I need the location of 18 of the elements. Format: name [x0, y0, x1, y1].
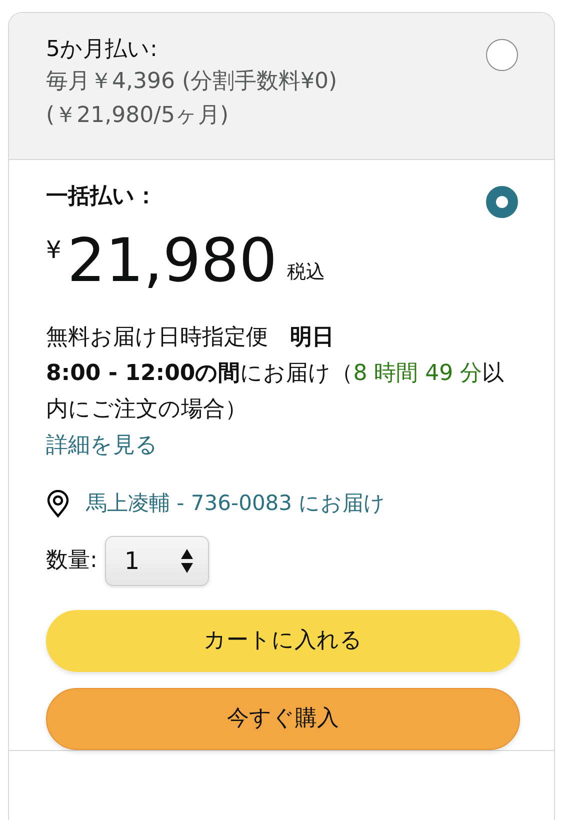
location-pin-icon: [46, 490, 70, 518]
details-link[interactable]: 詳細を見る: [46, 428, 158, 464]
quantity-dropdown[interactable]: 1: [105, 536, 210, 586]
quantity-label: 数量:: [46, 547, 98, 575]
add-to-cart-button[interactable]: カートに入れる: [46, 610, 520, 672]
radio-button[interactable]: [486, 39, 518, 71]
tax-note: 税込: [287, 260, 326, 284]
option-title: 5か月払い:: [46, 36, 158, 64]
option-title: 一括払い：: [46, 183, 157, 211]
currency-symbol: ¥: [46, 235, 62, 266]
delivery-info: 無料お届け日時指定便 明日 8:00 - 12:00の間にお届け（8 時間 49 分以内にご注文の場合）: [46, 324, 506, 424]
option-detail: 毎月￥4,396 (分割手数料¥0): [46, 68, 338, 96]
option-detail: (￥21,980/5ヶ月): [46, 102, 230, 130]
stepper-arrows-icon: [180, 548, 194, 574]
address-link[interactable]: 馬上凌輔 - 736-0083 にお届け: [86, 488, 386, 520]
buy-now-button[interactable]: 今すぐ購入: [46, 688, 520, 750]
price: 21,980: [67, 226, 278, 296]
radio-button[interactable]: [486, 186, 518, 218]
